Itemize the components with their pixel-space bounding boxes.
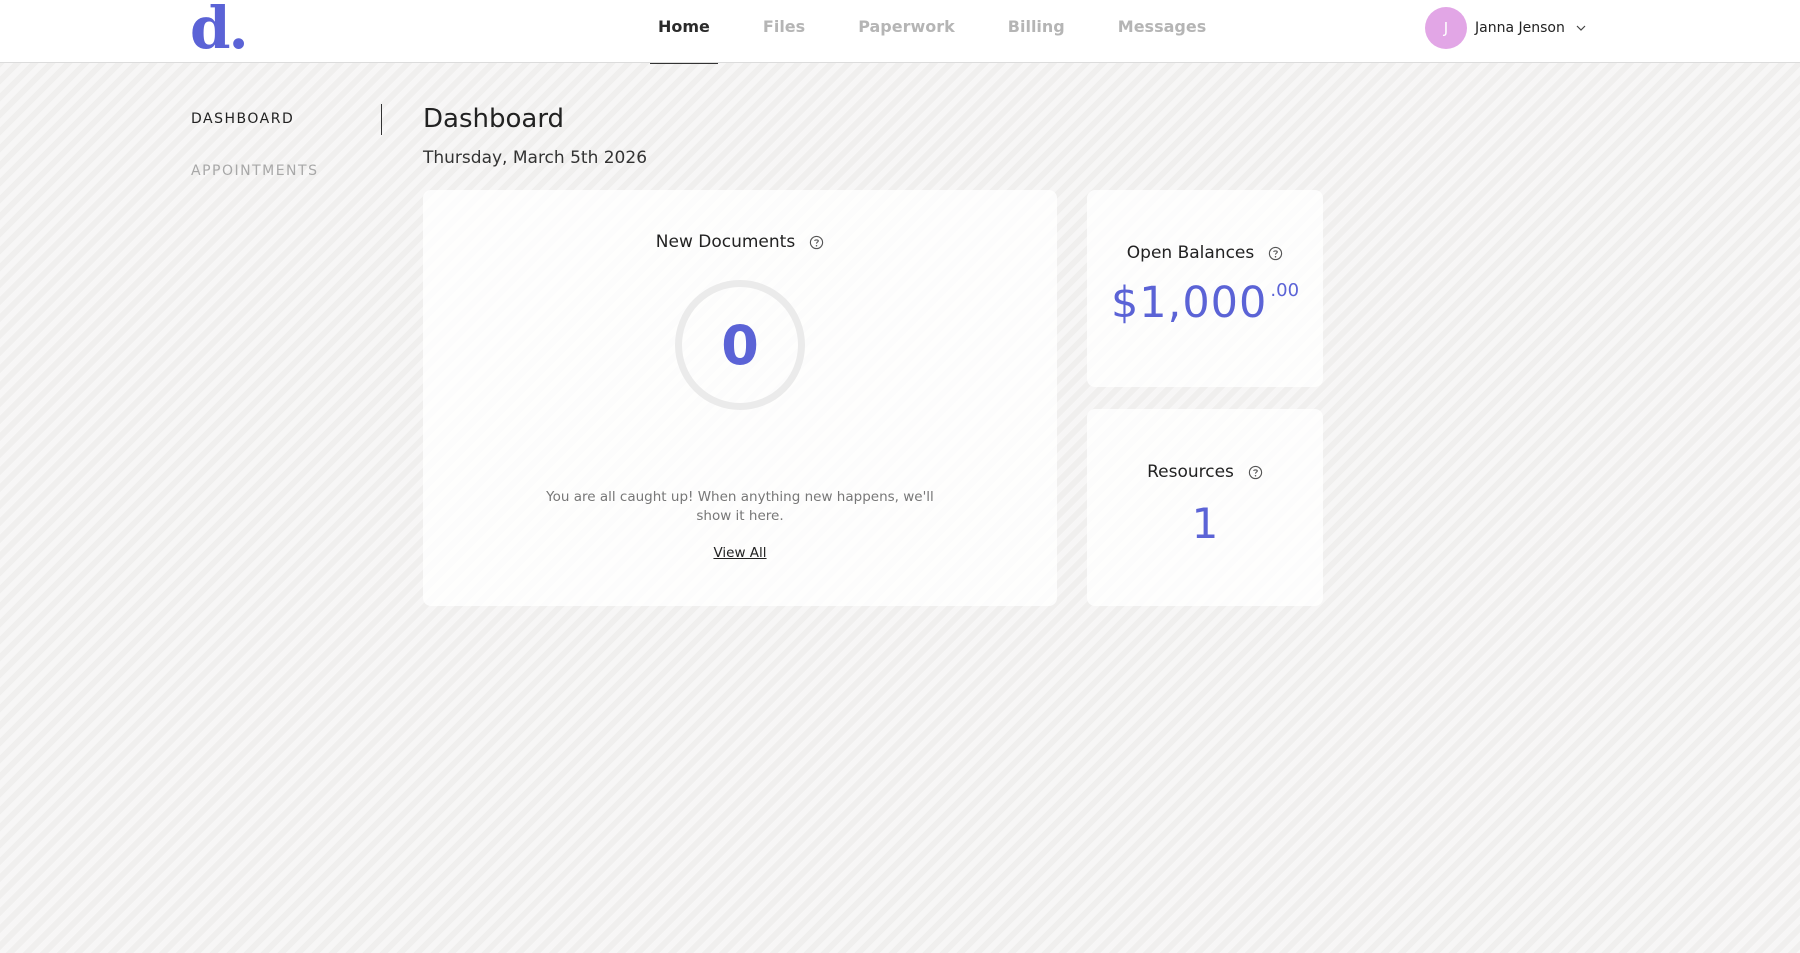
nav-home[interactable]: Home <box>650 0 718 64</box>
sidebar-item-appointments[interactable]: APPOINTMENTS <box>191 163 318 179</box>
top-navigation-bar: d. Home Files Paperwork Billing Messages… <box>0 0 1800 64</box>
new-documents-header: New Documents <box>423 232 1057 252</box>
resources-header: Resources <box>1087 462 1323 482</box>
sidebar-item-dashboard[interactable]: DASHBOARD <box>191 111 294 127</box>
brand-logo[interactable]: d. <box>190 0 249 57</box>
help-icon[interactable] <box>809 235 824 250</box>
nav-files[interactable]: Files <box>755 0 813 63</box>
avatar: J <box>1425 7 1467 49</box>
page-title: Dashboard <box>423 104 565 134</box>
user-name: Janna Jenson <box>1475 20 1565 36</box>
open-balance-amount: $1,000.00 <box>1087 278 1323 328</box>
open-balances-header: Open Balances <box>1087 243 1323 263</box>
page-date: Thursday, March 5th 2026 <box>423 148 648 168</box>
new-documents-card: New Documents 0 You are all caught up! W… <box>423 190 1057 606</box>
documents-count: 0 <box>721 313 759 377</box>
help-icon[interactable] <box>1248 465 1263 480</box>
view-all-link[interactable]: View All <box>423 545 1057 561</box>
resources-count: 1 <box>1191 499 1219 548</box>
balance-cents: .00 <box>1270 280 1300 301</box>
open-balances-card[interactable]: Open Balances $1,000.00 <box>1087 190 1323 387</box>
open-balances-title: Open Balances <box>1126 243 1255 263</box>
documents-count-ring: 0 <box>675 280 805 410</box>
chevron-down-icon <box>1576 25 1586 31</box>
balance-dollars: $1,000 <box>1110 278 1268 328</box>
nav-billing[interactable]: Billing <box>1000 0 1073 63</box>
resources-card[interactable]: Resources 1 <box>1087 409 1323 606</box>
new-documents-title: New Documents <box>655 232 796 252</box>
user-menu[interactable]: J Janna Jenson <box>1425 7 1587 49</box>
sidebar-divider <box>381 104 382 135</box>
caught-up-message: You are all caught up! When anything new… <box>546 489 934 524</box>
help-icon[interactable] <box>1268 246 1283 261</box>
main-nav: Home Files Paperwork Billing Messages <box>650 0 1251 64</box>
nav-messages[interactable]: Messages <box>1110 0 1214 63</box>
nav-paperwork[interactable]: Paperwork <box>850 0 963 63</box>
resources-title: Resources <box>1147 462 1234 482</box>
